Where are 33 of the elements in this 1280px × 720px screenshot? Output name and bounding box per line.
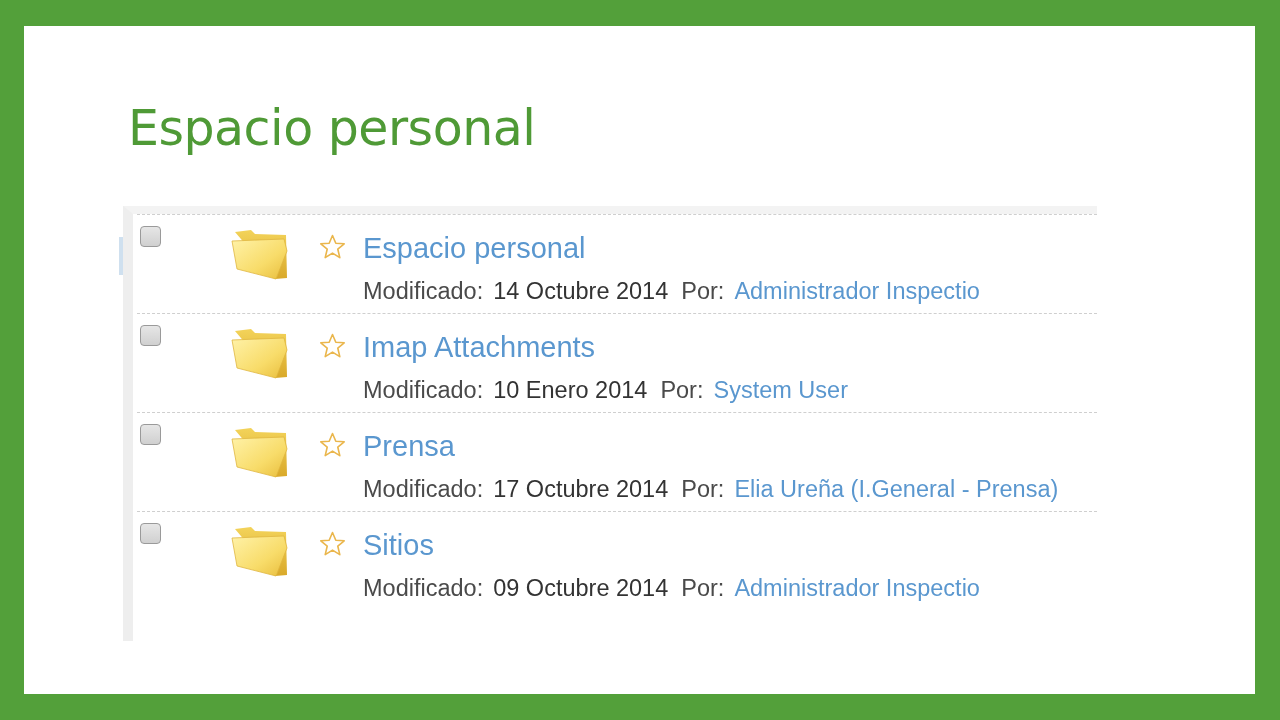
modified-label: Modificado: [363, 574, 484, 602]
modified-label: Modificado: [363, 475, 484, 503]
modified-label: Modificado: [363, 376, 484, 404]
row-checkbox[interactable] [140, 424, 161, 445]
modified-date: 09 Octubre 2014 [493, 574, 669, 602]
modified-date: 17 Octubre 2014 [493, 475, 669, 503]
folder-name-link[interactable]: Espacio personal [363, 231, 586, 265]
star-icon[interactable] [319, 432, 346, 458]
slide-title: Espacio personal [128, 99, 536, 159]
star-icon[interactable] [319, 333, 346, 359]
modified-date: 10 Enero 2014 [493, 376, 648, 404]
author-link[interactable]: Administrador Inspectio [734, 277, 980, 305]
row-checkbox[interactable] [140, 523, 161, 544]
folder-name-link[interactable]: Prensa [363, 429, 455, 463]
modified-date: 14 Octubre 2014 [493, 277, 669, 305]
folder-icon [231, 526, 289, 577]
row-checkbox[interactable] [140, 325, 161, 346]
star-icon[interactable] [319, 531, 346, 557]
star-icon[interactable] [319, 234, 346, 260]
folder-icon [231, 427, 289, 478]
folder-icon [231, 328, 289, 379]
author-link[interactable]: Administrador Inspectio [734, 574, 980, 602]
author-label: Por: [681, 277, 725, 305]
folder-name-link[interactable]: Imap Attachments [363, 330, 596, 364]
author-link[interactable]: System User [713, 376, 848, 404]
row-checkbox[interactable] [140, 226, 161, 247]
folder-icon [231, 229, 289, 280]
modified-label: Modificado: [363, 277, 484, 305]
author-label: Por: [660, 376, 704, 404]
author-label: Por: [681, 574, 725, 602]
author-label: Por: [681, 475, 725, 503]
author-link[interactable]: Elia Ureña (I.General - Prensa) [734, 475, 1059, 503]
folder-name-link[interactable]: Sitios [363, 528, 434, 562]
